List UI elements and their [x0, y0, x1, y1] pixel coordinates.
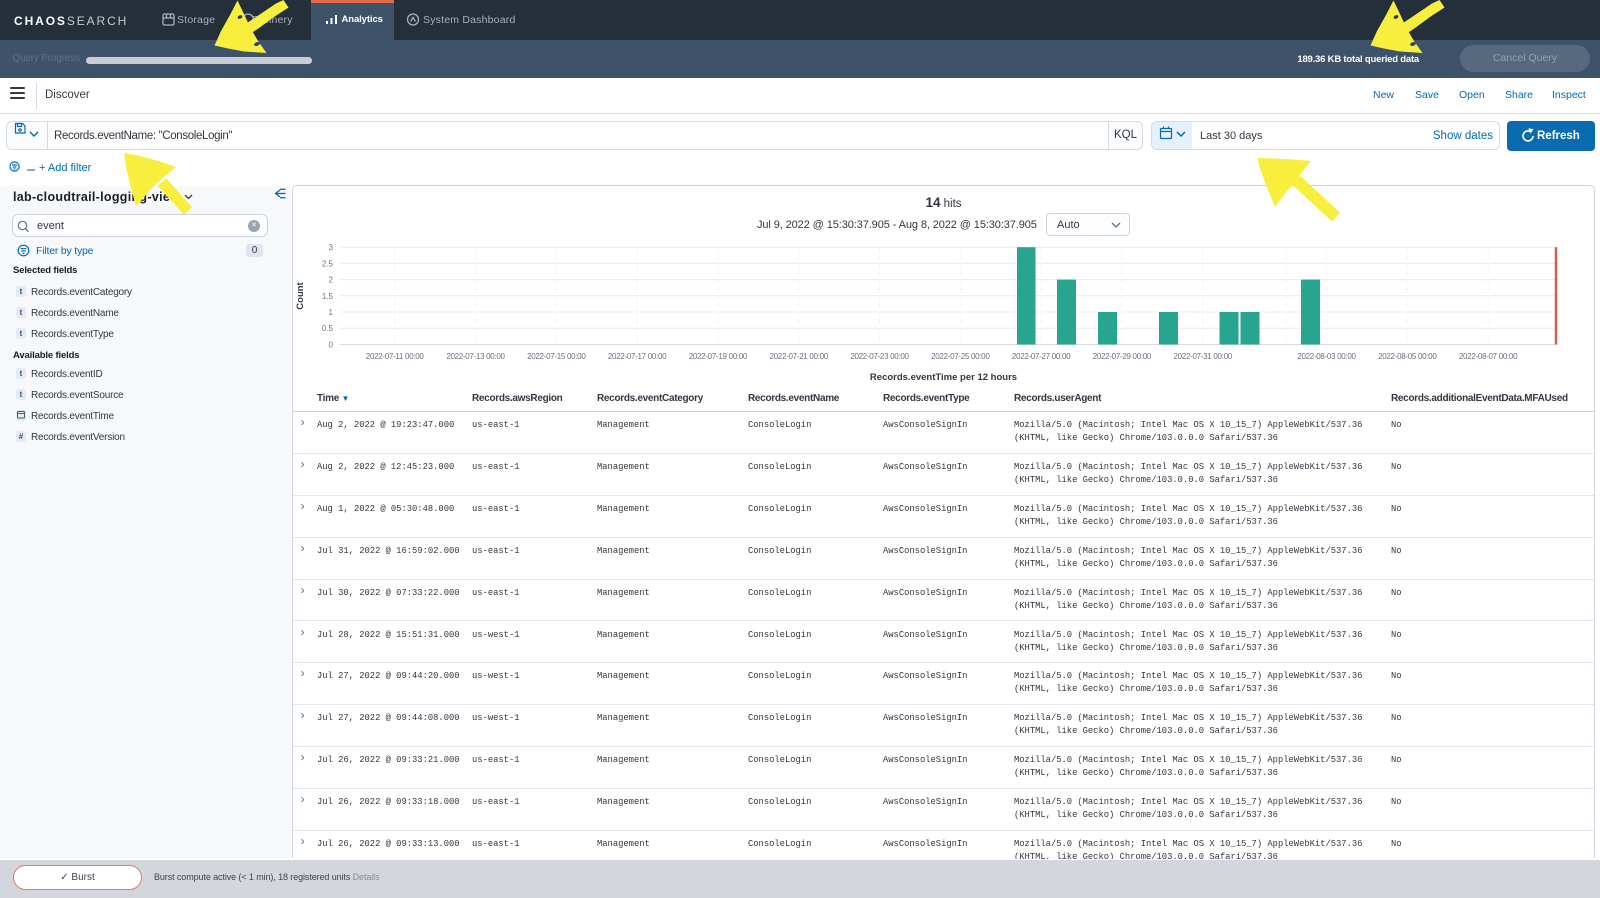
svg-text:2022-07-15 00:00: 2022-07-15 00:00: [527, 352, 586, 361]
svg-text:2.5: 2.5: [322, 259, 334, 268]
svg-text:2022-08-05 00:00: 2022-08-05 00:00: [1378, 352, 1437, 361]
svg-text:2022-07-17 00:00: 2022-07-17 00:00: [608, 352, 667, 361]
svg-text:2022-08-03 00:00: 2022-08-03 00:00: [1297, 352, 1356, 361]
svg-text:2: 2: [329, 276, 334, 285]
svg-text:1.5: 1.5: [322, 292, 334, 301]
svg-text:2022-07-25 00:00: 2022-07-25 00:00: [931, 352, 990, 361]
svg-text:1: 1: [329, 308, 334, 317]
svg-text:2022-07-23 00:00: 2022-07-23 00:00: [850, 352, 909, 361]
svg-text:2022-07-27 00:00: 2022-07-27 00:00: [1012, 352, 1071, 361]
svg-text:2022-07-31 00:00: 2022-07-31 00:00: [1174, 352, 1233, 361]
svg-text:2022-07-11 00:00: 2022-07-11 00:00: [366, 352, 425, 361]
svg-text:2022-07-29 00:00: 2022-07-29 00:00: [1093, 352, 1152, 361]
svg-text:2022-07-19 00:00: 2022-07-19 00:00: [689, 352, 748, 361]
svg-text:2022-07-13 00:00: 2022-07-13 00:00: [446, 352, 505, 361]
svg-text:Count: Count: [295, 281, 306, 309]
svg-text:2022-08-07 00:00: 2022-08-07 00:00: [1459, 352, 1518, 361]
svg-text:3: 3: [329, 243, 334, 252]
svg-text:0.5: 0.5: [322, 324, 334, 333]
svg-text:2022-07-21 00:00: 2022-07-21 00:00: [770, 352, 829, 361]
svg-text:0: 0: [329, 341, 334, 350]
